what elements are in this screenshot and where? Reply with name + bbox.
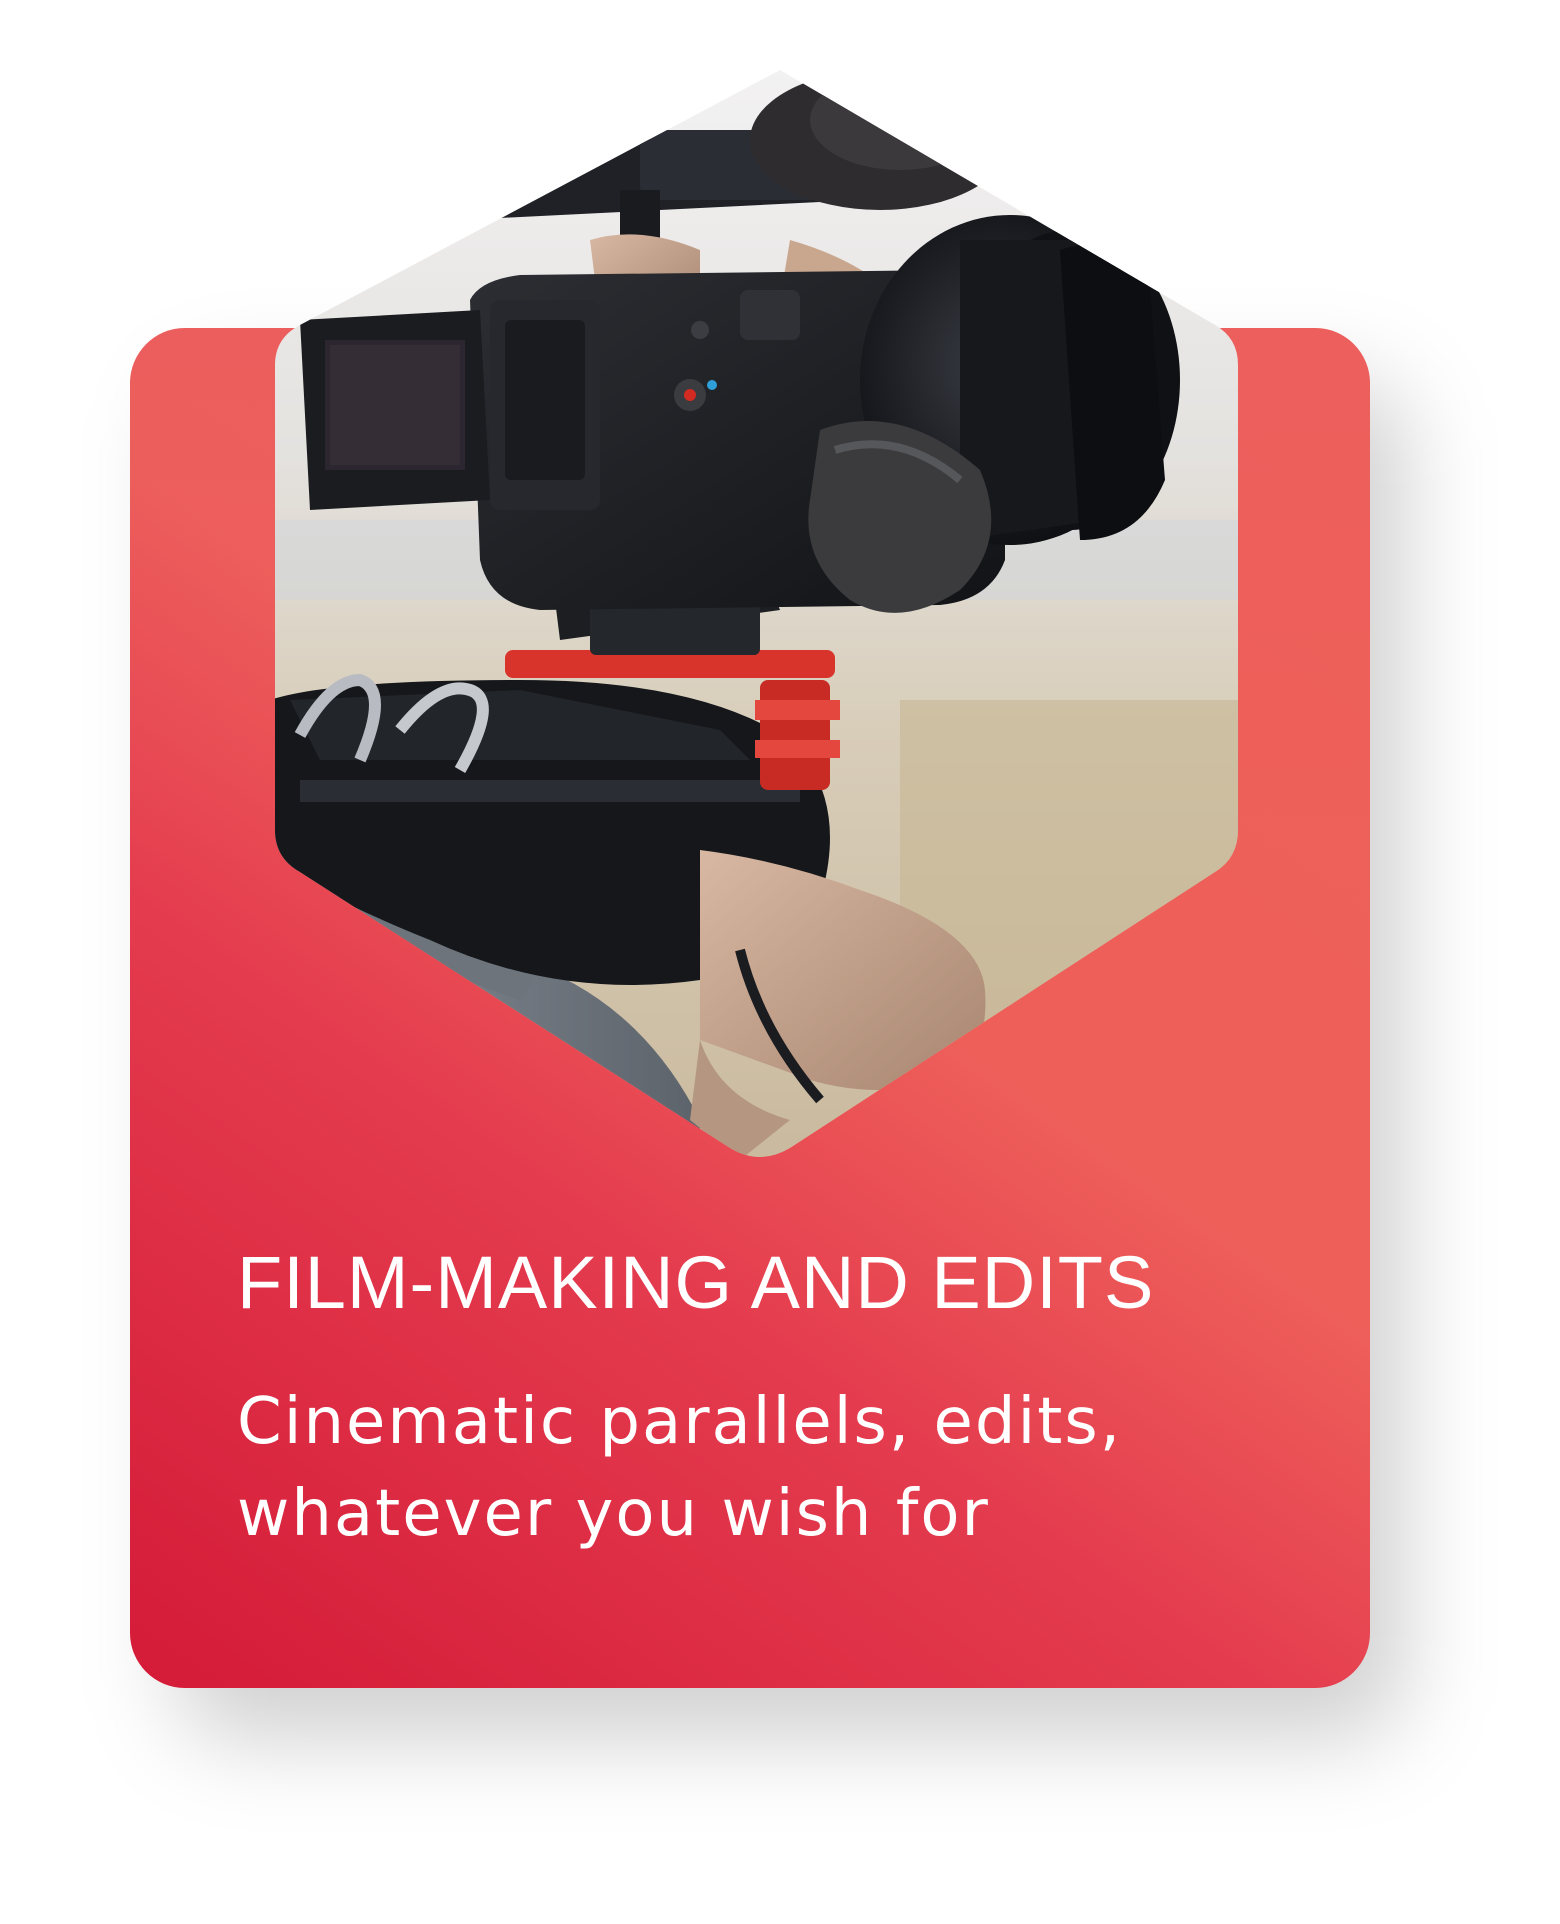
- card-photo: [0, 0, 1560, 1924]
- video-camera-photo-icon: [275, 70, 1238, 1157]
- card-description: Cinematic parallels, edits, whatever you…: [237, 1385, 1123, 1551]
- card-title: FILM-MAKING AND EDITS: [237, 1241, 1155, 1324]
- card-text-block: FILM-MAKING AND EDITS Cinematic parallel…: [237, 1240, 1297, 1560]
- service-card-stage: FILM-MAKING AND EDITS Cinematic parallel…: [0, 0, 1560, 1924]
